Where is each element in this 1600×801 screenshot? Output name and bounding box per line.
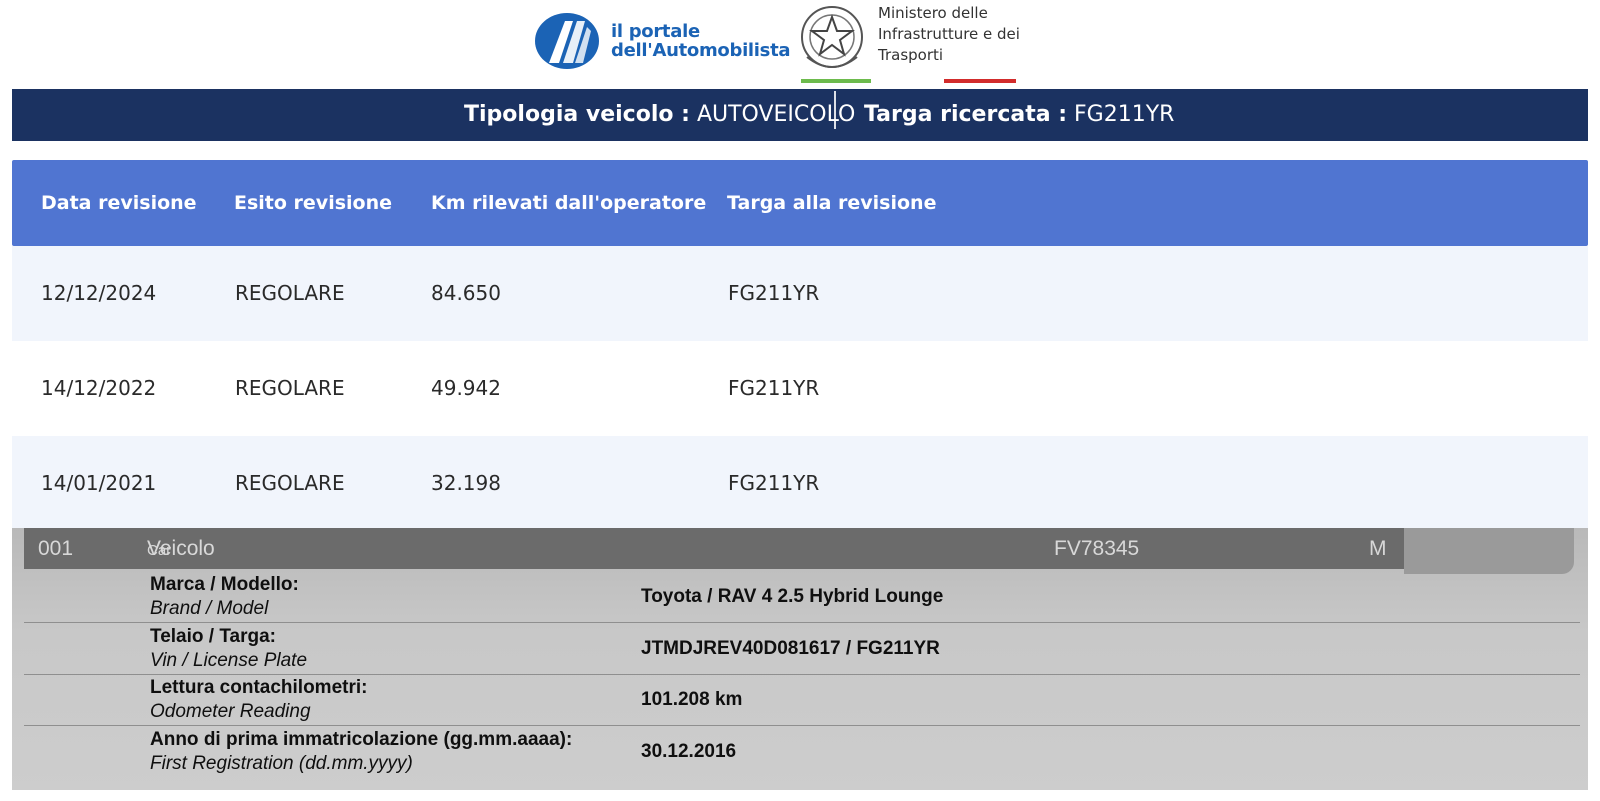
cell-data: 12/12/2024 [41,281,157,305]
ministero-line3: Trasporti [878,46,944,64]
label-brand-model: Brand / Model [150,598,269,619]
cell-km: 84.650 [431,281,501,305]
value-brand-model: Toyota / RAV 4 2.5 Hybrid Lounge [641,586,944,607]
certificate-veicolo: Veicolo Car [147,528,215,571]
certificate-band-edge [1404,528,1574,574]
value-odometer: 101.208 km [641,689,743,710]
column-header-data[interactable]: Data revisione [41,160,197,246]
portale-logo-line1: il portale [611,21,700,42]
table-header: Data revisione Esito revisione Km rileva… [12,160,1588,246]
flag-green-stripe [801,79,871,83]
label-immatricolazione: Anno di prima immatricolazione (gg.mm.aa… [150,729,573,750]
cell-targa: FG211YR [728,281,820,305]
portale-logo-line2: dell'Automobilista [611,40,791,61]
cell-targa: FG211YR [728,471,820,495]
value-first-registration: 30.12.2016 [641,741,737,762]
vehicle-certificate-scan: 001 Veicolo Car FV78345 M Marca / Modell… [12,528,1588,790]
certificate-row-registration: Anno di prima immatricolazione (gg.mm.aa… [24,726,1580,778]
certificate-number: 001 [38,537,74,560]
veicolo-label: Veicolo [147,537,215,560]
cell-km: 49.942 [431,376,501,400]
portale-automobilista-logo[interactable]: il portale dell'Automobilista [535,13,791,69]
revisions-table: Data revisione Esito revisione Km rileva… [12,160,1588,531]
targa-label: Targa ricercata : [864,102,1068,127]
italian-republic-emblem-icon [801,6,863,68]
cell-esito: REGOLARE [235,471,345,495]
certificate-band: 001 Veicolo Car FV78345 M [24,528,1404,569]
cell-esito: REGOLARE [235,376,345,400]
flag-red-stripe [944,79,1016,83]
vehicle-bar-divider [834,91,836,129]
tipologia-veicolo: Tipologia veicolo : AUTOVEICOLO [464,89,855,141]
portale-road-icon [535,13,599,69]
label-telaio-targa: Telaio / Targa: [150,626,276,647]
cell-data: 14/12/2022 [41,376,157,400]
label-odometer: Odometer Reading [150,701,311,722]
ministero-line1: Ministero delle [878,4,988,22]
vehicle-info-bar: Tipologia veicolo : AUTOVEICOLO Targa ri… [12,89,1588,141]
cell-targa: FG211YR [728,376,820,400]
value-vin-plate: JTMDJREV40D081617 / FG211YR [641,638,940,659]
column-header-esito[interactable]: Esito revisione [234,160,392,246]
ministero-line2: Infrastrutture e dei [878,25,1020,43]
table-row: 12/12/2024 REGOLARE 84.650 FG211YR [12,246,1588,341]
logo-header: il portale dell'Automobilista Ministero … [0,0,1600,88]
cell-data: 14/01/2021 [41,471,157,495]
certificate-flag: M [1369,537,1387,560]
certificate-code: FV78345 [1054,537,1140,560]
cell-km: 32.198 [431,471,501,495]
label-vin-plate: Vin / License Plate [150,650,308,671]
label-marca-modello: Marca / Modello: [150,574,299,595]
label-contachilometri: Lettura contachilometri: [150,677,368,698]
table-row: 14/01/2021 REGOLARE 32.198 FG211YR [12,436,1588,531]
targa-value: FG211YR [1074,102,1175,127]
cell-esito: REGOLARE [235,281,345,305]
targa-ricercata: Targa ricercata : FG211YR [864,89,1174,141]
table-row: 14/12/2022 REGOLARE 49.942 FG211YR [12,341,1588,436]
certificate-row-vin: Telaio / Targa: Vin / License Plate JTMD… [24,623,1580,675]
tipologia-value: AUTOVEICOLO [696,102,856,127]
label-first-registration: First Registration (dd.mm.yyyy) [150,753,413,774]
tipologia-label: Tipologia veicolo : [464,102,690,127]
certificate-row-odometer: Lettura contachilometri: Odometer Readin… [24,674,1580,726]
column-header-km[interactable]: Km rilevati dall'operatore [431,160,706,246]
certificate-row-brand: Marca / Modello: Brand / Model Toyota / … [24,571,1580,623]
column-header-targa[interactable]: Targa alla revisione [727,160,936,246]
